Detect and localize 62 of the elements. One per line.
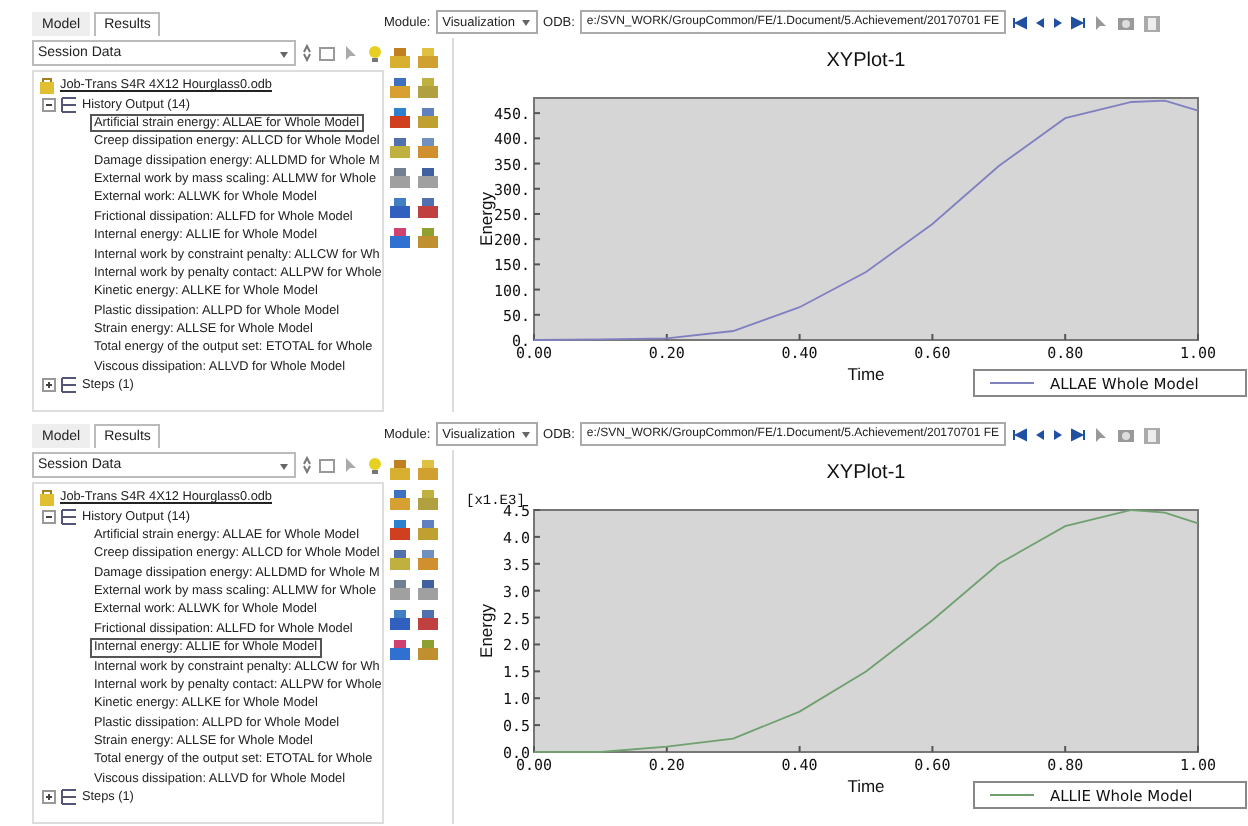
lock-icon — [38, 76, 56, 95]
expand-icon[interactable] — [42, 790, 56, 805]
collapse-icon[interactable] — [42, 97, 56, 112]
tree-icon — [60, 95, 78, 114]
tool-icon[interactable] — [388, 106, 412, 130]
tool-icon[interactable] — [388, 226, 412, 250]
chart-title: XYPlot-1 — [826, 50, 906, 72]
tool-icon[interactable] — [416, 196, 440, 220]
axis-title: Energy — [476, 604, 496, 658]
tool-icon[interactable] — [416, 136, 440, 160]
tree-icon — [60, 788, 78, 807]
tool-icon[interactable] — [388, 578, 412, 602]
lock-icon — [38, 488, 56, 507]
previous-icon[interactable] — [1033, 15, 1046, 29]
tree-icon — [60, 507, 78, 526]
last-icon[interactable] — [1069, 15, 1086, 29]
expand-icon[interactable] — [42, 378, 56, 393]
lightbulb-icon[interactable] — [366, 456, 384, 474]
first-icon[interactable] — [1011, 15, 1028, 29]
chart-title: XYPlot-1 — [826, 462, 906, 484]
dropdown-icon[interactable] — [519, 16, 532, 28]
tool-icon[interactable] — [388, 196, 412, 220]
tool-icon[interactable] — [388, 488, 412, 512]
tool-icon[interactable] — [416, 488, 440, 512]
clipboard-icon[interactable] — [1141, 13, 1162, 31]
tool-icon[interactable] — [416, 578, 440, 602]
camera-icon[interactable] — [1115, 425, 1136, 443]
tool-icon[interactable] — [388, 136, 412, 160]
last-icon[interactable] — [1069, 427, 1086, 441]
tool-icon[interactable] — [388, 608, 412, 632]
next-icon[interactable] — [1051, 427, 1064, 441]
axis-title: Time — [847, 776, 885, 796]
spin-icon[interactable] — [302, 456, 312, 474]
next-icon[interactable] — [1051, 15, 1064, 29]
tool-icon[interactable] — [388, 458, 412, 482]
dropdown-icon[interactable] — [278, 47, 290, 59]
tool-icon[interactable] — [416, 166, 440, 190]
tool-icon[interactable] — [388, 166, 412, 190]
tool-icon[interactable] — [416, 638, 440, 662]
tool-icon[interactable] — [416, 106, 440, 130]
first-icon[interactable] — [1011, 427, 1028, 441]
tool-icon[interactable] — [388, 638, 412, 662]
tool-icon[interactable] — [416, 608, 440, 632]
tool-icon[interactable] — [416, 76, 440, 100]
collapse-icon[interactable] — [42, 509, 56, 524]
tool-icon[interactable] — [388, 548, 412, 572]
previous-icon[interactable] — [1033, 427, 1046, 441]
axis-title: Energy — [476, 192, 496, 246]
dropdown-icon[interactable] — [519, 428, 532, 440]
axis-title: Time — [847, 364, 885, 384]
dropdown-icon[interactable] — [278, 459, 290, 471]
tool-icon[interactable] — [416, 226, 440, 250]
tool-icon[interactable] — [388, 46, 412, 70]
clipboard-icon[interactable] — [1141, 425, 1162, 443]
tool-icon[interactable] — [416, 548, 440, 572]
spin-icon[interactable] — [302, 44, 312, 62]
tree-icon — [60, 376, 78, 395]
tool-icon[interactable] — [388, 76, 412, 100]
lightbulb-icon[interactable] — [366, 44, 384, 62]
tool-icon[interactable] — [388, 518, 412, 542]
tool-icon[interactable] — [416, 518, 440, 542]
camera-icon[interactable] — [1115, 13, 1136, 31]
